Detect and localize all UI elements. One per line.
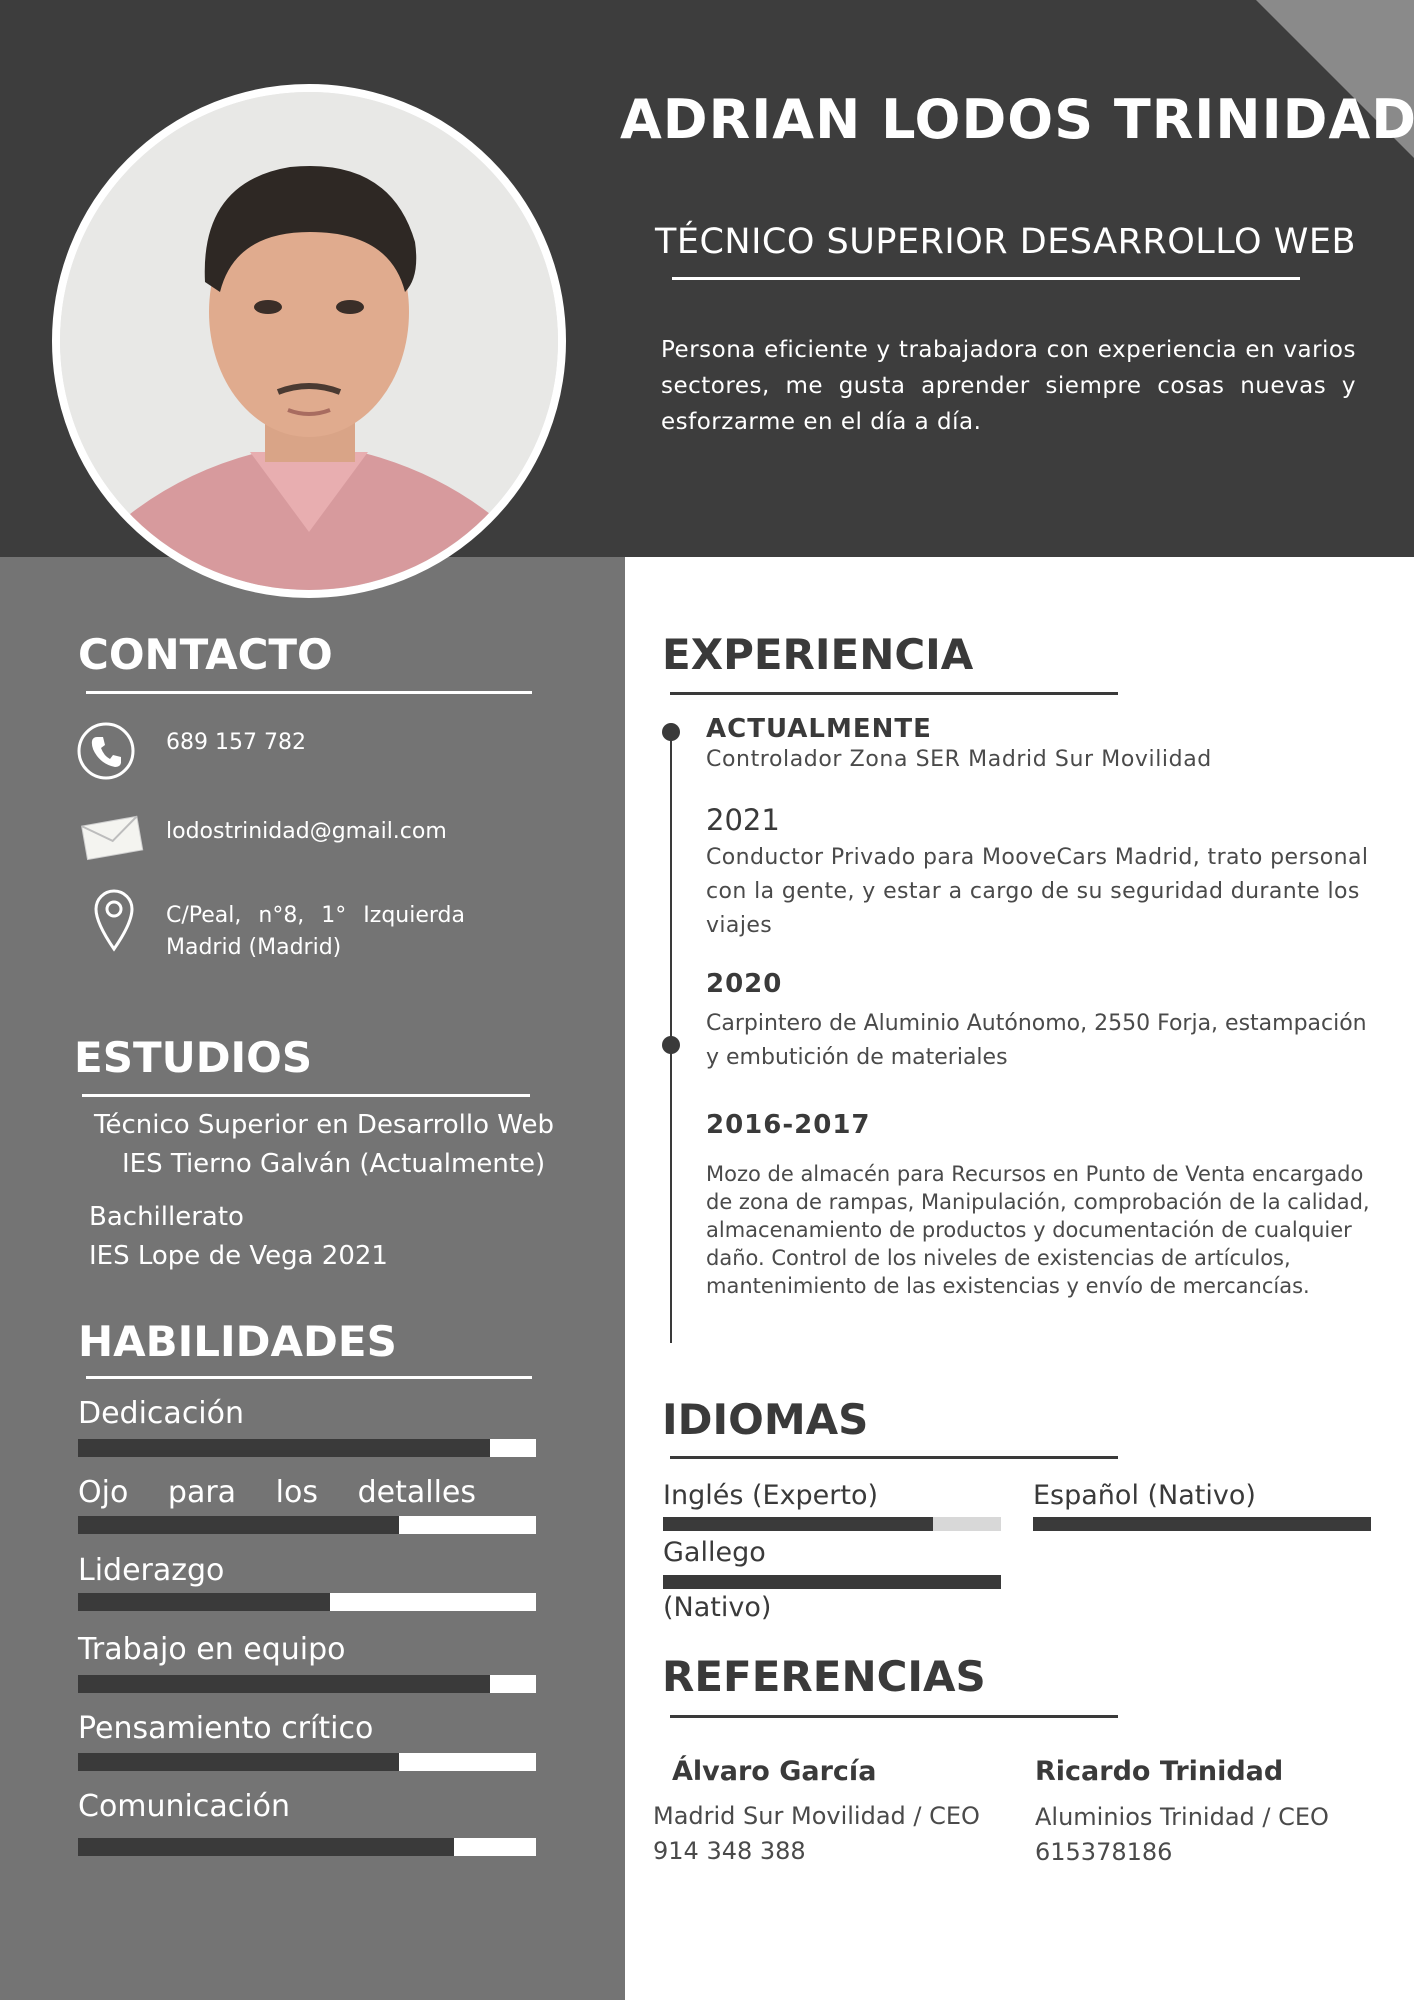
contact-divider xyxy=(86,691,532,694)
references-divider xyxy=(670,1715,1118,1718)
language-bar-fill xyxy=(663,1575,1001,1589)
languages-heading: IDIOMAS xyxy=(662,1395,869,1444)
education-2-school: IES Lope de Vega 2021 xyxy=(89,1241,388,1271)
language-bar-fill xyxy=(1033,1517,1371,1531)
reference-2-name: Ricardo Trinidad xyxy=(1035,1756,1284,1787)
skills-divider xyxy=(86,1376,532,1379)
contact-heading: CONTACTO xyxy=(78,630,333,679)
skill-bar xyxy=(78,1593,536,1611)
experience-4-date: 2016-2017 xyxy=(706,1110,871,1140)
languages-divider xyxy=(670,1456,1118,1459)
education-1-degree: Técnico Superior en Desarrollo Web xyxy=(94,1110,554,1140)
contact-address-line2: Madrid (Madrid) xyxy=(166,935,342,960)
education-1-school: IES Tierno Galván (Actualmente) xyxy=(122,1149,546,1179)
skill-label: Comunicación xyxy=(78,1789,290,1824)
skill-label: Trabajo en equipo xyxy=(78,1632,346,1667)
envelope-icon xyxy=(80,813,144,865)
experience-divider xyxy=(670,692,1118,695)
skill-bar xyxy=(78,1675,536,1693)
experience-3-text: Carpintero de Aluminio Autónomo, 2550 Fo… xyxy=(706,1011,1367,1070)
contact-address-line1: C/Peal, n°8, 1° Izquierda xyxy=(166,903,465,928)
language-bar-fill xyxy=(663,1517,934,1531)
language-bar xyxy=(1033,1517,1371,1531)
language-label: Gallego xyxy=(663,1537,766,1568)
language-label: Español (Nativo) xyxy=(1033,1480,1256,1511)
experience-2-date: 2021 xyxy=(706,803,780,837)
skill-bar-fill xyxy=(78,1439,491,1457)
reference-1-phone[interactable]: 914 348 388 xyxy=(653,1834,806,1869)
reference-2-phone[interactable]: 615378186 xyxy=(1035,1835,1172,1870)
reference-1-name: Álvaro García xyxy=(672,1756,877,1787)
job-title: TÉCNICO SUPERIOR DESARROLLO WEB xyxy=(655,222,1356,262)
phone-icon xyxy=(76,721,136,785)
skill-bar xyxy=(78,1516,536,1534)
profile-photo xyxy=(52,84,566,598)
skill-bar-fill xyxy=(78,1675,491,1693)
skill-bar-fill xyxy=(78,1593,330,1611)
skills-heading: HABILIDADES xyxy=(78,1317,397,1366)
skill-label: Dedicación xyxy=(78,1396,245,1431)
experience-3-date: 2020 xyxy=(706,969,783,999)
education-divider xyxy=(82,1094,530,1097)
language-level: (Nativo) xyxy=(663,1592,772,1623)
education-2-degree: Bachillerato xyxy=(89,1202,244,1232)
skill-label: Pensamiento crítico xyxy=(78,1711,374,1746)
skill-label: Ojo para los detalles xyxy=(78,1475,476,1510)
skill-bar xyxy=(78,1439,536,1457)
experience-heading: EXPERIENCIA xyxy=(662,630,974,679)
contact-phone[interactable]: 689 157 782 xyxy=(166,730,306,755)
reference-2-company: Aluminios Trinidad / CEO xyxy=(1035,1803,1329,1831)
experience-4-text: Mozo de almacén para Recursos en Punto d… xyxy=(706,1162,1370,1298)
timeline-line xyxy=(670,725,672,1343)
education-heading: ESTUDIOS xyxy=(74,1033,313,1082)
skill-bar xyxy=(78,1838,536,1856)
skill-bar xyxy=(78,1753,536,1771)
experience-1-date: ACTUALMENTE xyxy=(706,714,932,744)
timeline-dot xyxy=(662,1036,680,1054)
portrait-illustration xyxy=(60,92,558,590)
skill-label: Liderazgo xyxy=(78,1553,225,1588)
location-pin-icon xyxy=(90,887,138,957)
language-label: Inglés (Experto) xyxy=(663,1480,879,1511)
profile-summary: Persona eficiente y trabajadora con expe… xyxy=(661,337,1356,435)
candidate-name: ADRIAN LODOS TRINIDAD xyxy=(620,88,1414,151)
skill-bar-fill xyxy=(78,1516,399,1534)
reference-1-company: Madrid Sur Movilidad / CEO xyxy=(653,1802,980,1830)
title-divider xyxy=(672,277,1300,280)
language-bar xyxy=(663,1575,1001,1589)
experience-2-text: Conductor Privado para MooveCars Madrid,… xyxy=(706,845,1369,938)
experience-1-text: Controlador Zona SER Madrid Sur Movilida… xyxy=(706,747,1212,772)
skill-bar-fill xyxy=(78,1753,399,1771)
references-heading: REFERENCIAS xyxy=(662,1652,986,1701)
timeline-dot xyxy=(662,723,680,741)
skill-bar-fill xyxy=(78,1838,454,1856)
contact-email[interactable]: lodostrinidad@gmail.com xyxy=(166,819,447,844)
language-bar xyxy=(663,1517,1001,1531)
